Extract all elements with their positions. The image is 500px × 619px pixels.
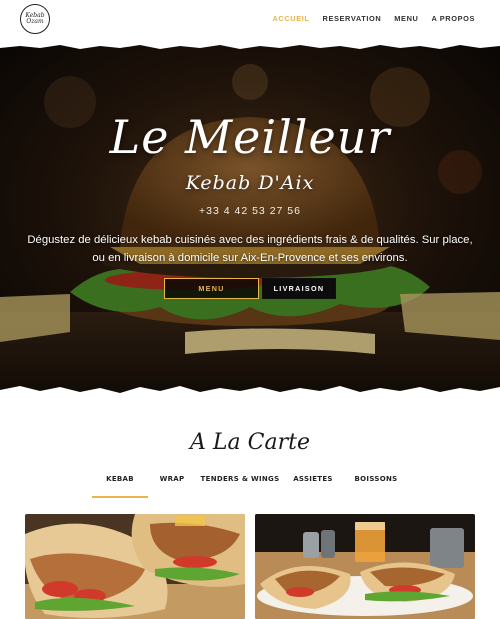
hero-subtitle: Kebab D'Aix — [185, 172, 315, 194]
logo-line-2: Ozam — [26, 18, 44, 25]
torn-edge-bottom — [0, 386, 500, 402]
hero-phone[interactable]: +33 4 42 53 27 56 — [0, 205, 500, 217]
torn-edge-top — [0, 42, 500, 49]
menu-button[interactable]: MENU — [164, 278, 259, 299]
product-card-kebab-2[interactable] — [255, 514, 475, 619]
brand-logo[interactable]: Kebab Ozam — [20, 4, 50, 34]
navbar: Kebab Ozam ACCUEIL RESERVATION MENU A PR… — [0, 0, 500, 42]
kebab-image-2 — [255, 514, 475, 619]
hero-description: Dégustez de délicieux kebab cuisinés ave… — [27, 234, 473, 264]
tab-tenders-wings[interactable]: TENDERS & WINGS — [200, 475, 280, 495]
kebab-image-1 — [25, 514, 245, 619]
tab-kebab[interactable]: KEBAB — [92, 475, 148, 498]
tab-wrap[interactable]: WRAP — [152, 475, 192, 495]
livraison-button[interactable]: LIVRAISON — [262, 278, 336, 299]
hero-title: Le Meilleur — [109, 110, 391, 164]
hero-section: Le Meilleur Kebab D'Aix +33 4 42 53 27 5… — [0, 42, 500, 402]
product-card-kebab-1[interactable] — [25, 514, 245, 619]
section-title-carte: A La Carte — [190, 430, 310, 455]
tab-assietes[interactable]: ASSIETES — [288, 475, 338, 495]
main-nav: ACCUEIL RESERVATION MENU A PROPOS — [272, 14, 475, 23]
nav-link-a-propos[interactable]: A PROPOS — [431, 14, 475, 23]
hero-background-image — [0, 42, 500, 402]
nav-link-reservation[interactable]: RESERVATION — [323, 14, 382, 23]
nav-link-menu[interactable]: MENU — [394, 14, 418, 23]
nav-link-accueil[interactable]: ACCUEIL — [272, 14, 309, 23]
tab-boissons[interactable]: BOISSONS — [348, 475, 404, 495]
menu-tabs: KEBAB WRAP TENDERS & WINGS ASSIETES BOIS… — [92, 475, 412, 498]
